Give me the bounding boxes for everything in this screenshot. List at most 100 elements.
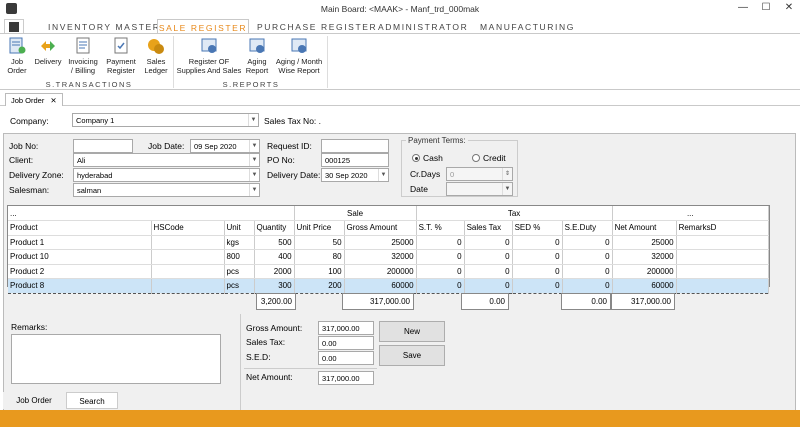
register-supplies-button[interactable]: Register OF Supplies And Sales (176, 37, 242, 75)
aging-report-button[interactable]: Aging Report (243, 37, 271, 75)
cell-net[interactable]: 60000 (612, 278, 677, 294)
client-select[interactable]: Ali ▼ (73, 153, 260, 167)
cell-unit[interactable]: pcs (224, 264, 255, 279)
cell-sed-pct[interactable]: 0 (512, 249, 563, 265)
cell-net[interactable]: 32000 (612, 249, 677, 265)
new-button[interactable]: New (379, 321, 445, 342)
close-button[interactable]: ✕ (781, 2, 797, 13)
col-sed-pct[interactable]: SED % (512, 220, 563, 236)
cell-remarks[interactable] (676, 235, 770, 250)
cell-quantity[interactable]: 400 (254, 249, 295, 265)
aging-month-button[interactable]: Aging / Month Wise Report (274, 37, 324, 75)
minimize-button[interactable]: — (735, 2, 751, 13)
cell-sales-tax[interactable]: 0 (464, 249, 513, 265)
tab-job-order[interactable]: Job Order (3, 392, 65, 409)
cell-sed-pct[interactable]: 0 (512, 278, 563, 294)
cell-gross[interactable]: 60000 (344, 278, 417, 294)
cell-hscode[interactable] (151, 264, 225, 279)
col-sales-tax[interactable]: Sales Tax (464, 220, 513, 236)
cell-se-duty[interactable]: 0 (562, 264, 613, 279)
cell-hscode[interactable] (151, 235, 225, 250)
cell-unit-price[interactable]: 80 (294, 249, 345, 265)
tab-search[interactable]: Search (66, 392, 118, 409)
job-order-button[interactable]: Job Order (4, 37, 30, 75)
cell-unit-price[interactable]: 100 (294, 264, 345, 279)
table-row-selected[interactable]: Product 8 pcs 300 200 60000 0 0 0 0 6000… (8, 278, 770, 294)
salesman-select[interactable]: salman ▼ (73, 183, 260, 197)
cell-product[interactable]: Product 8 (8, 278, 152, 294)
tab-administrator[interactable]: ADMINISTRATOR (378, 19, 468, 34)
table-row[interactable]: Product 10 800 400 80 32000 0 0 0 0 3200… (8, 249, 770, 265)
quick-access-button[interactable] (4, 19, 24, 34)
job-date-picker[interactable]: 09 Sep 2020 ▼ (190, 139, 260, 153)
cell-unit-price[interactable]: 200 (294, 278, 345, 294)
request-id-input[interactable] (321, 139, 389, 153)
col-gross-amount[interactable]: Gross Amount (344, 220, 417, 236)
cell-sed-pct[interactable]: 0 (512, 235, 563, 250)
cell-quantity[interactable]: 2000 (254, 264, 295, 279)
credit-radio[interactable] (472, 154, 480, 162)
cell-sales-tax[interactable]: 0 (464, 235, 513, 250)
tab-inventory-master[interactable]: INVENTORY MASTER (48, 19, 161, 34)
credit-date-picker[interactable]: ▼ (446, 182, 513, 196)
cell-remarks[interactable] (676, 264, 770, 279)
invoicing-button[interactable]: Invoicing / Billing (66, 37, 100, 75)
cell-gross[interactable]: 32000 (344, 249, 417, 265)
tab-manufacturing[interactable]: MANUFACTURING (480, 19, 575, 34)
cell-quantity[interactable]: 300 (254, 278, 295, 294)
cell-unit[interactable]: pcs (224, 278, 255, 294)
cell-net[interactable]: 200000 (612, 264, 677, 279)
col-net-amount[interactable]: Net Amount (612, 220, 677, 236)
cell-net[interactable]: 25000 (612, 235, 677, 250)
cell-hscode[interactable] (151, 278, 225, 294)
remarks-textarea[interactable] (11, 334, 221, 384)
cell-remarks[interactable] (676, 249, 770, 265)
delivery-button[interactable]: Delivery (33, 37, 63, 66)
cash-radio[interactable] (412, 154, 420, 162)
col-unit[interactable]: Unit (224, 220, 255, 236)
cell-st-pct[interactable]: 0 (416, 235, 465, 250)
cell-product[interactable]: Product 10 (8, 249, 152, 265)
col-st-pct[interactable]: S.T. % (416, 220, 465, 236)
col-product[interactable]: Product (8, 220, 152, 236)
cell-st-pct[interactable]: 0 (416, 278, 465, 294)
save-button[interactable]: Save (379, 345, 445, 366)
company-select[interactable]: Company 1 ▼ (72, 113, 259, 127)
cell-remarks[interactable] (676, 278, 770, 294)
table-row[interactable]: Product 1 kgs 500 50 25000 0 0 0 0 25000 (8, 235, 770, 250)
cell-st-pct[interactable]: 0 (416, 264, 465, 279)
cell-hscode[interactable] (151, 249, 225, 265)
col-se-duty[interactable]: S.E.Duty (562, 220, 613, 236)
cell-product[interactable]: Product 1 (8, 235, 152, 250)
cell-st-pct[interactable]: 0 (416, 249, 465, 265)
delivery-zone-select[interactable]: hyderabad ▼ (73, 168, 260, 182)
close-icon[interactable]: ✕ (50, 96, 56, 105)
cell-gross[interactable]: 25000 (344, 235, 417, 250)
col-hscode[interactable]: HSCode (151, 220, 225, 236)
sales-ledger-button[interactable]: Sales Ledger (142, 37, 170, 75)
cell-se-duty[interactable]: 0 (562, 249, 613, 265)
cell-sales-tax[interactable]: 0 (464, 278, 513, 294)
maximize-button[interactable]: ☐ (758, 2, 774, 13)
cell-sales-tax[interactable]: 0 (464, 264, 513, 279)
payment-register-button[interactable]: Payment Register (104, 37, 138, 75)
job-no-input[interactable] (73, 139, 133, 153)
cell-gross[interactable]: 200000 (344, 264, 417, 279)
cr-days-stepper[interactable]: 0 ⇕ (446, 167, 513, 181)
tab-purchase-register[interactable]: PURCHASE REGISTER (257, 19, 377, 34)
table-row[interactable]: Product 2 pcs 2000 100 200000 0 0 0 0 20… (8, 264, 770, 279)
delivery-date-picker[interactable]: 30 Sep 2020 ▼ (321, 168, 389, 182)
col-remarks[interactable]: RemarksD (676, 220, 770, 236)
cell-quantity[interactable]: 500 (254, 235, 295, 250)
cell-unit[interactable]: 800 (224, 249, 255, 265)
cell-unit-price[interactable]: 50 (294, 235, 345, 250)
cell-unit[interactable]: kgs (224, 235, 255, 250)
cell-se-duty[interactable]: 0 (562, 235, 613, 250)
cell-product[interactable]: Product 2 (8, 264, 152, 279)
col-quantity[interactable]: Quantity (254, 220, 295, 236)
col-unit-price[interactable]: Unit Price (294, 220, 345, 236)
cell-se-duty[interactable]: 0 (562, 278, 613, 294)
cell-sed-pct[interactable]: 0 (512, 264, 563, 279)
tab-sale-register[interactable]: SALE REGISTER (157, 19, 249, 34)
doc-tab-job-order[interactable]: Job Order ✕ (5, 93, 63, 106)
